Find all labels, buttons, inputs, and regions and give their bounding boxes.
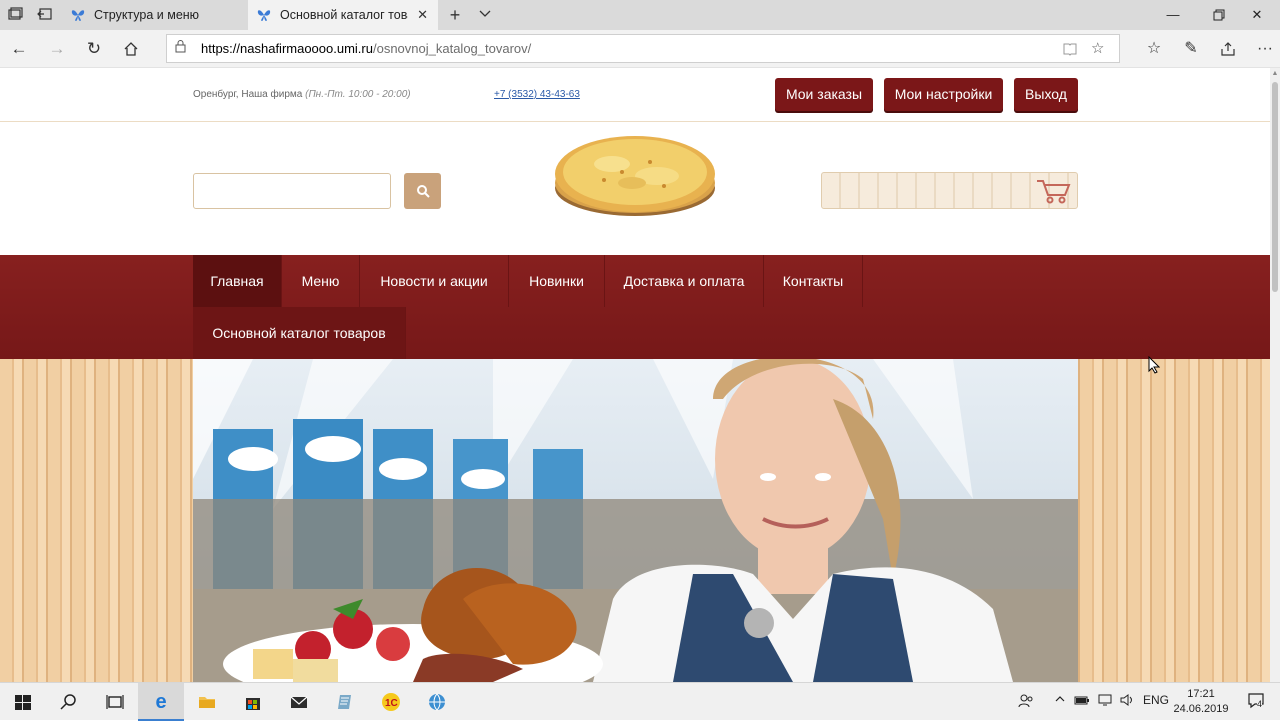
app-button-notes[interactable] [322,683,368,721]
windows-taskbar: e 1C ENG 17:21 24.06.2019 4 [0,682,1280,721]
folder-icon [199,697,215,708]
web-page: Оренбург, Наша фирма (Пн.-Пт. 10:00 - 20… [0,68,1270,682]
my-settings-button[interactable]: Мои настройки [884,78,1003,111]
url-input[interactable]: https://nashafirmaoooo.umi.ru/osnovnoj_k… [166,34,1120,63]
refresh-icon[interactable]: ↻ [83,38,105,60]
promo-banner-image[interactable] [193,359,1078,682]
share-icon[interactable] [1217,38,1239,60]
nav-item-menu[interactable]: Меню [282,255,360,307]
favorite-star-icon[interactable]: ☆ [1091,39,1104,57]
volume-icon[interactable] [1119,693,1135,710]
search-taskbar-button[interactable] [46,683,92,721]
more-menu-icon[interactable]: ··· [1254,38,1276,60]
nav-item-contacts[interactable]: Контакты [764,255,863,307]
site-header [0,122,1270,255]
clock-date: 24.06.2019 [1173,703,1229,715]
battery-icon[interactable] [1074,693,1090,710]
tab-manager-icon[interactable] [6,6,24,24]
my-orders-button[interactable]: Мои заказы [775,78,873,111]
butterfly-icon [256,7,272,23]
cart-icon [1037,180,1071,204]
tab-title: Основной каталог това [280,8,408,22]
task-view-button[interactable] [92,683,138,721]
store-bag-icon [246,698,260,710]
svg-text:1C: 1C [385,698,398,709]
home-icon[interactable] [120,38,142,60]
close-window-icon[interactable]: ✕ [1234,0,1280,30]
file-explorer-button[interactable] [184,683,230,721]
show-hidden-icons-chevron-icon[interactable] [1054,693,1066,708]
scrollbar-thumb[interactable] [1272,82,1278,292]
working-hours: (Пн.-Пт. 10:00 - 20:00) [305,89,411,100]
nav-item-catalog[interactable]: Основной каталог товаров [193,307,406,359]
tab-preview-chevron-icon[interactable] [476,6,494,24]
reading-view-icon[interactable] [1063,39,1077,60]
search-input[interactable] [193,173,391,209]
start-button[interactable] [0,683,46,721]
url-domain: https://nashafirmaoooo.umi.ru [201,41,373,56]
main-navigation: Главная Меню Новости и акции Новинки Дос… [0,255,1270,359]
pen-notes-icon[interactable]: ✎ [1180,38,1202,60]
set-aside-tabs-icon[interactable] [36,6,54,24]
windows-logo-icon [15,695,31,710]
nav-item-delivery[interactable]: Доставка и оплата [605,255,764,307]
forward-icon[interactable]: → [46,38,68,60]
mail-icon [290,696,308,708]
close-tab-icon[interactable]: ✕ [417,0,428,30]
network-icon[interactable] [1097,693,1113,710]
top-info-strip: Оренбург, Наша фирма (Пн.-Пт. 10:00 - 20… [0,68,1270,122]
tab-catalog[interactable]: Основной каталог това ✕ [248,0,438,30]
logout-button[interactable]: Выход [1014,78,1078,111]
tab-structure-menu[interactable]: Структура и меню [62,0,248,30]
scroll-up-arrow-icon[interactable]: ▲ [1271,70,1279,78]
back-icon[interactable]: ← [8,38,30,60]
action-center-button[interactable]: 4 [1247,691,1267,714]
search-button[interactable] [404,173,441,209]
city-label: Оренбург, Наша фирма [193,89,303,100]
nav-item-news[interactable]: Новости и акции [360,255,509,307]
page-scrollbar[interactable]: ▲ [1270,68,1280,682]
pizza-logo[interactable] [552,128,718,220]
mail-button[interactable] [276,683,322,721]
url-path: /osnovnoj_katalog_tovarov/ [372,41,532,56]
notification-count: 4 [1257,699,1263,709]
lock-icon [175,40,186,56]
nav-item-new-products[interactable]: Новинки [509,255,605,307]
minimize-icon[interactable]: — [1150,0,1196,30]
search-icon [60,694,76,710]
system-clock[interactable]: 17:21 24.06.2019 [1170,687,1232,717]
browser-address-bar: ← → ↻ https://nashafirmaoooo.umi.ru/osno… [0,30,1280,68]
url-text: https://nashafirmaoooo.umi.ru/osnovnoj_k… [201,41,531,56]
people-icon[interactable] [1018,693,1034,712]
mouse-cursor-icon [1148,355,1161,374]
language-indicator[interactable]: ENG [1143,693,1169,707]
phone-link[interactable]: +7 (3532) 43-43-63 [494,89,580,100]
new-tab-icon[interactable]: + [446,6,464,24]
edge-icon: e [155,691,167,713]
edge-taskbar-button[interactable]: e [138,683,184,721]
search-icon [416,185,430,198]
favorites-hub-icon[interactable]: ☆ [1143,38,1165,60]
app-button-1c[interactable]: 1C [368,683,414,721]
nav-item-home[interactable]: Главная [193,255,282,307]
store-button[interactable] [230,683,276,721]
bamboo-background [0,359,1270,682]
shopping-cart-widget[interactable] [821,172,1078,209]
butterfly-icon [70,7,86,23]
app-button-network[interactable] [414,683,460,721]
clock-time: 17:21 [1187,688,1215,700]
1c-icon: 1C [382,693,400,711]
tab-title: Структура и меню [94,8,200,22]
network-globe-icon [429,693,445,711]
task-view-icon [106,695,124,709]
browser-tab-bar: Структура и меню Основной каталог това ✕… [0,0,1280,30]
company-location: Оренбург, Наша фирма (Пн.-Пт. 10:00 - 20… [193,89,411,100]
notepad-icon [338,695,351,709]
